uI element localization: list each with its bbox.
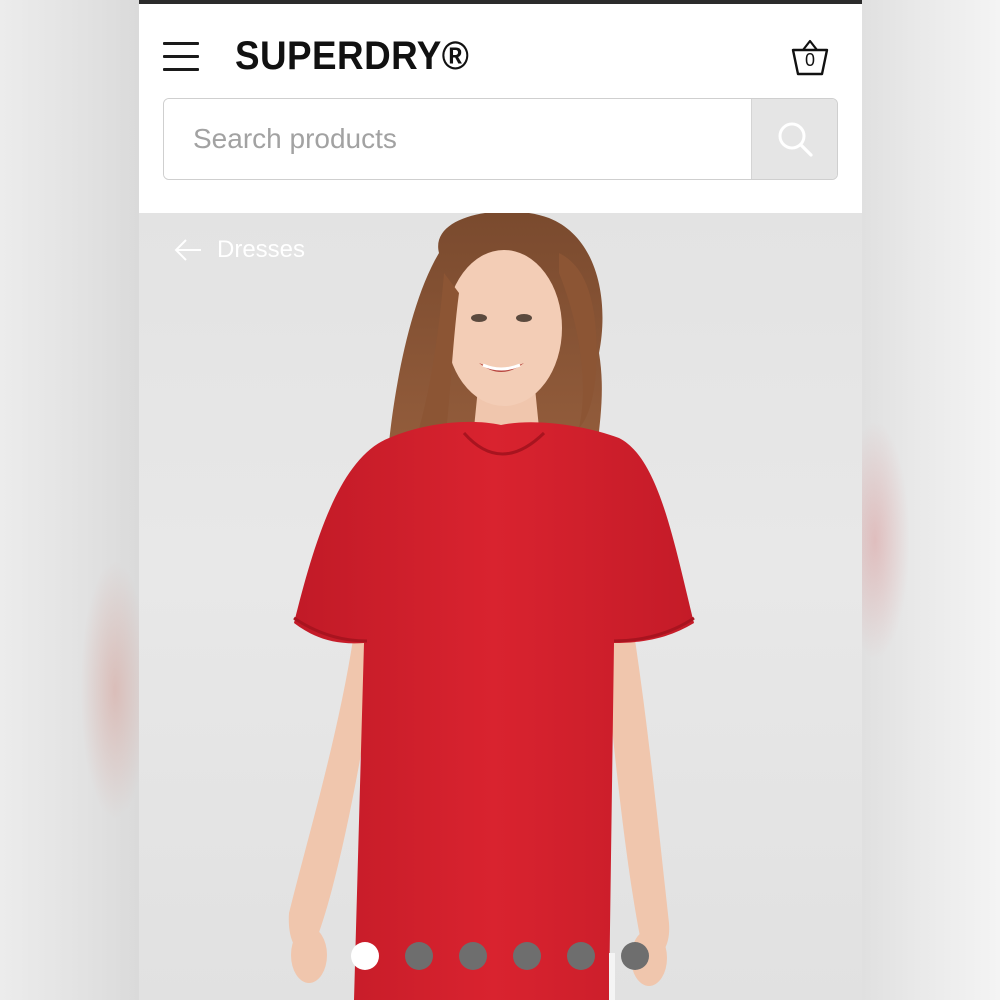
search-bar — [163, 98, 838, 180]
basket-count: 0 — [804, 50, 815, 70]
carousel-dot-3[interactable] — [459, 942, 487, 970]
site-header: SUPERDRY® 0 — [139, 4, 862, 213]
product-image-carousel[interactable]: Dresses — [139, 213, 862, 1000]
basket-button[interactable]: 0 — [789, 36, 831, 78]
carousel-dot-5[interactable] — [567, 942, 595, 970]
carousel-dot-6[interactable] — [621, 942, 649, 970]
product-photo — [288, 213, 695, 1000]
carousel-dot-2[interactable] — [405, 942, 433, 970]
blurred-backdrop-left — [0, 0, 150, 1000]
arrow-left-icon — [174, 239, 201, 261]
carousel-dot-4[interactable] — [513, 942, 541, 970]
back-to-dresses-link[interactable]: Dresses — [173, 235, 305, 265]
search-icon — [778, 122, 813, 157]
menu-icon[interactable] — [163, 42, 199, 72]
search-button[interactable] — [751, 99, 837, 179]
brand-logo[interactable]: SUPERDRY® — [235, 34, 469, 78]
carousel-pagination — [351, 942, 651, 970]
breadcrumb-label: Dresses — [217, 236, 306, 263]
blurred-backdrop-right — [840, 0, 1000, 1000]
mobile-screen: SUPERDRY® 0 Search products Dresses — [139, 0, 862, 1000]
search-input[interactable] — [164, 99, 751, 179]
carousel-dot-1[interactable] — [351, 942, 379, 970]
